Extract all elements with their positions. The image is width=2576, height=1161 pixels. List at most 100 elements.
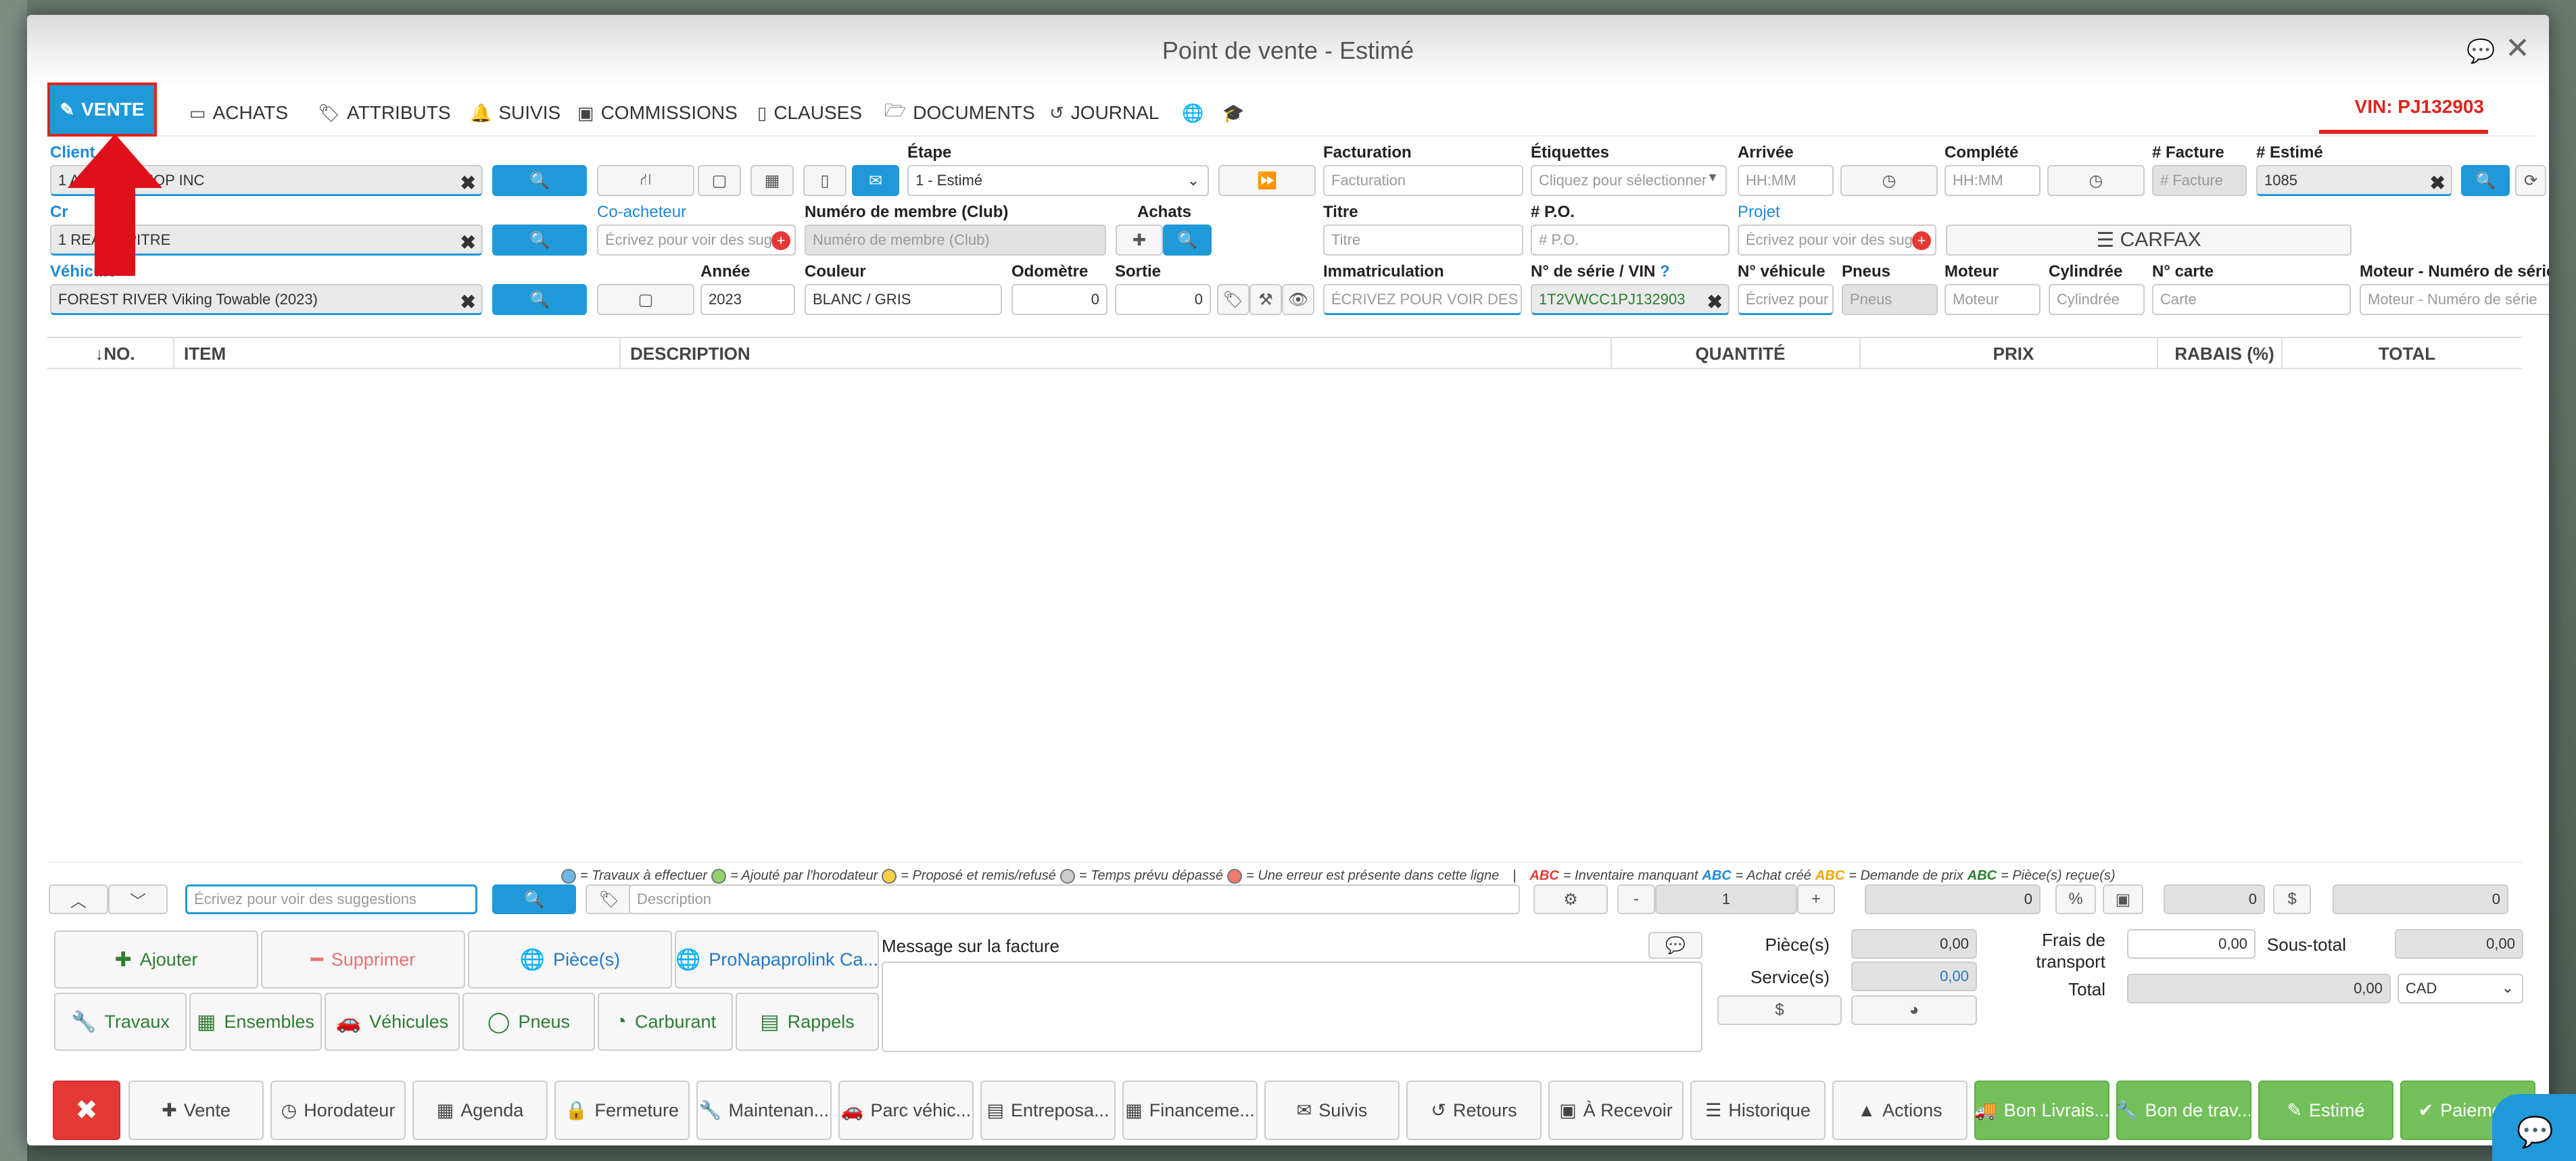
col-no[interactable]: ↓NO.	[47, 338, 173, 369]
eye-icon[interactable]: 👁	[1282, 284, 1314, 315]
retours-button[interactable]: ↺ Retours	[1406, 1081, 1542, 1140]
tab-achats[interactable]: ▭ ACHATS	[189, 96, 288, 130]
po-field[interactable]: # P.O.	[1531, 224, 1730, 256]
vehicules-button[interactable]: 🚗 Véhicules	[325, 993, 460, 1051]
immatriculation-field[interactable]: ÉCRIVEZ POUR VOIR DES SU	[1323, 284, 1522, 315]
cash-icon[interactable]: ▣	[2103, 884, 2143, 914]
clock-icon[interactable]: ◷	[1840, 165, 1938, 196]
item-search-button[interactable]: 🔍	[492, 884, 576, 914]
carte-field[interactable]: Carte	[2152, 284, 2351, 315]
vehicule-note-icon[interactable]: ▢	[597, 284, 694, 315]
gear-icon[interactable]: ⚙	[1533, 884, 1608, 914]
facturation-field[interactable]: Facturation	[1323, 165, 1523, 196]
fast-forward-icon[interactable]: ⏩	[1218, 165, 1316, 196]
carfax-button[interactable]: ☰ CARFAX	[1946, 224, 2352, 256]
globe-icon[interactable]: 🌐	[1182, 96, 1203, 130]
chat-icon[interactable]: 💬	[2466, 38, 2495, 64]
tag-icon[interactable]: 🏷	[1217, 284, 1249, 315]
vente-button[interactable]: ✚ Vente	[128, 1081, 264, 1140]
clear-icon[interactable]: ✖	[460, 172, 476, 194]
co-acheteur-field[interactable]: Écrivez pour voir des sugg +	[597, 224, 796, 256]
suivis-button[interactable]: ✉ Suivis	[1264, 1081, 1400, 1140]
pneus-button[interactable]: ◯ Pneus	[462, 993, 595, 1051]
tab-documents[interactable]: 🗁 DOCUMENTS	[884, 96, 1035, 130]
titre-field[interactable]: Titre	[1323, 224, 1523, 256]
annee-field[interactable]: 2023	[700, 284, 795, 315]
actions-button[interactable]: ▲ Actions	[1832, 1081, 1967, 1140]
couleur-field[interactable]: BLANC / GRIS	[805, 284, 1002, 315]
num-vehicule-field[interactable]: Écrivez pour	[1738, 284, 1834, 315]
cancel-button[interactable]: ✖	[53, 1081, 120, 1140]
col-prix[interactable]: PRIX	[1859, 338, 2157, 369]
pieces-button[interactable]: 🌐 Pièce(s)	[468, 930, 672, 989]
moteur-serie-field[interactable]: Moteur - Numéro de série	[2360, 284, 2549, 315]
client-search-button[interactable]: 🔍	[492, 165, 587, 196]
calendar-icon[interactable]: ▦	[750, 165, 794, 196]
clear-icon[interactable]: ✖	[460, 291, 476, 313]
currency-select[interactable]: CAD ⌄	[2398, 974, 2523, 1003]
add-circle-icon[interactable]: +	[1912, 231, 1931, 250]
tab-journal[interactable]: ↺ JOURNAL	[1049, 96, 1160, 130]
parc-vehicules-button[interactable]: 🚗 Parc véhic...	[838, 1081, 974, 1140]
cylindree-field[interactable]: Cylindrée	[2049, 284, 2145, 315]
comment-icon[interactable]: 💬	[1648, 932, 1702, 959]
vehicule-field[interactable]: FOREST RIVER Viking Towable (2023) ✖	[50, 284, 483, 315]
description-input[interactable]: Description	[629, 884, 1520, 914]
odometre-field[interactable]: 0	[1011, 284, 1107, 315]
travaux-button[interactable]: 🔧 Travaux	[54, 993, 187, 1051]
move-down-button[interactable]: ﹀	[108, 884, 168, 914]
clear-icon[interactable]: ✖	[2430, 172, 2446, 194]
ensembles-button[interactable]: ▦ Ensembles	[189, 993, 322, 1051]
historique-button[interactable]: ☰ Historique	[1690, 1081, 1826, 1140]
tab-attributs[interactable]: 🏷 ATTRIBUTS	[318, 96, 451, 130]
col-item[interactable]: ITEM	[173, 338, 619, 369]
note-icon[interactable]: ▢	[698, 165, 741, 196]
move-up-button[interactable]: ︿	[49, 884, 108, 914]
graduation-cap-icon[interactable]: 🎓	[1222, 96, 1244, 130]
add-circle-icon[interactable]: +	[771, 231, 790, 250]
pronapa-button[interactable]: 🌐 ProNapaprolink Ca...	[675, 930, 879, 989]
entreposage-button[interactable]: ▤ Entreposa...	[980, 1081, 1116, 1140]
etape-select[interactable]: 1 - Estimé ⌄	[907, 165, 1209, 196]
financement-button[interactable]: ▦ Financeme...	[1122, 1081, 1258, 1140]
frais-transport-field[interactable]: 0,00	[2127, 929, 2256, 959]
pie-chart-icon[interactable]: ◕	[1851, 995, 1977, 1025]
supprimer-button[interactable]: ━ Supprimer	[261, 930, 465, 989]
sortie-field[interactable]: 0	[1115, 284, 1211, 315]
bon-travail-button[interactable]: 🔧 Bon de trav...	[2116, 1081, 2251, 1140]
estime-button[interactable]: ✎ Estimé	[2258, 1081, 2393, 1140]
col-description[interactable]: DESCRIPTION	[619, 338, 1611, 369]
percent-button[interactable]: %	[2055, 884, 2096, 914]
serie-vin-field[interactable]: 1T2VWCC1PJ132903 ✖	[1531, 284, 1730, 315]
email-icon[interactable]: ✉	[852, 165, 899, 196]
qty-field[interactable]: 1	[1655, 884, 1797, 914]
tab-suivis[interactable]: 🔔 SUIVIS	[470, 96, 560, 130]
fermeture-button[interactable]: 🔒 Fermeture	[554, 1081, 690, 1140]
mobile-icon[interactable]: ▯	[803, 165, 846, 196]
road-icon[interactable]: ⛙	[597, 165, 694, 196]
col-total[interactable]: TOTAL	[2281, 338, 2522, 369]
clear-icon[interactable]: ✖	[460, 231, 476, 254]
vehicule-search-button[interactable]: 🔍	[492, 284, 587, 315]
support-chat-button[interactable]: 💬	[2492, 1094, 2576, 1161]
achats-search-button[interactable]: 🔍	[1163, 224, 1212, 256]
price-field[interactable]: 0	[1865, 884, 2041, 914]
arrivee-field[interactable]: HH:MM	[1738, 165, 1834, 196]
close-icon[interactable]: ✕	[2505, 34, 2530, 64]
qty-minus-button[interactable]: -	[1617, 884, 1655, 914]
tag-icon-2[interactable]: 🏷	[586, 884, 633, 914]
complete-field[interactable]: HH:MM	[1945, 165, 2041, 196]
col-quantite[interactable]: QUANTITÉ	[1611, 338, 1859, 369]
maintenance-button[interactable]: 🔧 Maintenan...	[696, 1081, 832, 1140]
estime-search-button[interactable]: 🔍	[2461, 165, 2510, 196]
clock-icon-2[interactable]: ◷	[2047, 165, 2145, 196]
cr-search-button[interactable]: 🔍	[492, 224, 587, 256]
ajouter-button[interactable]: ✚ Ajouter	[54, 930, 258, 989]
numero-membre-field[interactable]: Numéro de membre (Club)	[805, 224, 1106, 256]
rappels-button[interactable]: ▤ Rappels	[736, 993, 879, 1051]
refresh-icon[interactable]: ⟳	[2515, 165, 2546, 196]
dollar-summary-button[interactable]: $	[1717, 995, 1842, 1025]
qty-plus-button[interactable]: +	[1797, 884, 1835, 914]
clear-icon[interactable]: ✖	[1707, 291, 1723, 313]
horodateur-button[interactable]: ◷ Horodateur	[270, 1081, 406, 1140]
